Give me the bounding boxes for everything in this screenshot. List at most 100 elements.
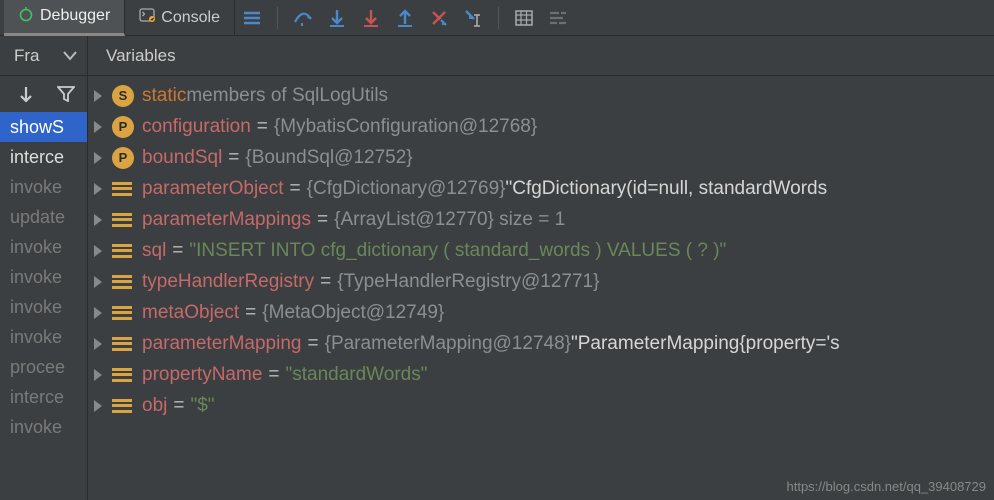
field-badge-icon [112, 368, 132, 382]
param-badge-icon: P [112, 116, 134, 138]
frames-filter-button[interactable] [52, 80, 80, 108]
variable-value: {TypeHandlerRegistry@12771} [337, 266, 599, 297]
expand-arrow-icon[interactable] [94, 400, 102, 412]
expand-arrow-icon[interactable] [94, 369, 102, 381]
toolbar-divider [277, 7, 278, 29]
frame-item[interactable]: invoke [0, 292, 87, 322]
frame-item[interactable]: interce [0, 382, 87, 412]
equals-sign: = [307, 328, 318, 359]
equals-sign: = [317, 204, 328, 235]
variable-name: sql [142, 235, 166, 266]
field-badge-icon [112, 213, 132, 227]
variable-value: {MetaObject@12749} [262, 297, 444, 328]
frame-item[interactable]: update [0, 202, 87, 232]
expand-arrow-icon[interactable] [94, 183, 102, 195]
variable-value-string: "CfgDictionary(id=null, standardWords [505, 173, 827, 204]
equals-sign: = [257, 111, 268, 142]
frame-item[interactable]: invoke [0, 262, 87, 292]
variable-name: parameterMapping [142, 328, 301, 359]
equals-sign: = [268, 359, 279, 390]
variable-row[interactable]: PboundSql = {BoundSql@12752} [88, 142, 994, 173]
expand-arrow-icon[interactable] [94, 307, 102, 319]
debugger-toolbar: Debugger Console [0, 0, 994, 36]
equals-sign: = [228, 142, 239, 173]
frame-item[interactable]: showS [0, 112, 87, 142]
expand-arrow-icon[interactable] [94, 152, 102, 164]
variables-panel-header: Variables [88, 36, 994, 76]
step-into-button[interactable] [323, 4, 351, 32]
main-split: Fra showSinterceinvokeupdateinvokeinvoke… [0, 36, 994, 500]
variable-value-string: "INSERT INTO cfg_dictionary ( standard_w… [189, 235, 726, 266]
variable-row[interactable]: Sstatic members of SqlLogUtils [88, 80, 994, 111]
variable-row[interactable]: propertyName = "standardWords" [88, 359, 994, 390]
variable-name: typeHandlerRegistry [142, 266, 314, 297]
variable-value-string: "ParameterMapping{property='s [571, 328, 840, 359]
frame-item[interactable]: interce [0, 142, 87, 172]
expand-arrow-icon[interactable] [94, 338, 102, 350]
frames-toolbar [0, 76, 87, 112]
trace-button[interactable] [544, 4, 572, 32]
tab-console[interactable]: Console [125, 0, 235, 36]
variable-row[interactable]: Pconfiguration = {MybatisConfiguration@1… [88, 111, 994, 142]
variable-row[interactable]: sql = "INSERT INTO cfg_dictionary ( stan… [88, 235, 994, 266]
variable-name: propertyName [142, 359, 262, 390]
variable-name: static [142, 80, 186, 111]
variable-row[interactable]: parameterMappings = {ArrayList@12770} si… [88, 204, 994, 235]
variable-name: parameterMappings [142, 204, 311, 235]
field-badge-icon [112, 337, 132, 351]
expand-arrow-icon[interactable] [94, 214, 102, 226]
equals-sign: = [320, 266, 331, 297]
field-badge-icon [112, 399, 132, 413]
frames-sort-button[interactable] [12, 80, 40, 108]
frame-item[interactable]: procee [0, 352, 87, 382]
chevron-down-icon [63, 46, 77, 66]
frames-list[interactable]: showSinterceinvokeupdateinvokeinvokeinvo… [0, 112, 87, 500]
variables-tree[interactable]: Sstatic members of SqlLogUtilsPconfigura… [88, 76, 994, 500]
drop-frame-button[interactable] [425, 4, 453, 32]
equals-sign: = [172, 235, 183, 266]
console-icon [139, 7, 155, 28]
tab-debugger-label: Debugger [40, 7, 110, 25]
variable-name: configuration [142, 111, 251, 142]
field-badge-icon [112, 275, 132, 289]
frame-item[interactable]: invoke [0, 322, 87, 352]
variable-row[interactable]: obj = "$" [88, 390, 994, 421]
param-badge-icon: P [112, 147, 134, 169]
equals-sign: = [245, 297, 256, 328]
variable-value-string: "$" [190, 390, 214, 421]
step-out-button[interactable] [391, 4, 419, 32]
expand-arrow-icon[interactable] [94, 245, 102, 257]
frames-panel-header[interactable]: Fra [0, 36, 87, 76]
equals-sign: = [290, 173, 301, 204]
static-badge-icon: S [112, 85, 134, 107]
variable-value: {ArrayList@12770} size = 1 [334, 204, 565, 235]
evaluate-expression-button[interactable] [510, 4, 538, 32]
variable-value: members of SqlLogUtils [186, 80, 388, 111]
expand-arrow-icon[interactable] [94, 276, 102, 288]
step-over-button[interactable] [289, 4, 317, 32]
run-to-cursor-button[interactable] [459, 4, 487, 32]
frame-item[interactable]: invoke [0, 172, 87, 202]
variable-row[interactable]: parameterMapping = {ParameterMapping@127… [88, 328, 994, 359]
threads-icon[interactable] [238, 4, 266, 32]
field-badge-icon [112, 244, 132, 258]
field-badge-icon [112, 182, 132, 196]
expand-arrow-icon[interactable] [94, 90, 102, 102]
variables-panel: Variables Sstatic members of SqlLogUtils… [88, 36, 994, 500]
field-badge-icon [112, 306, 132, 320]
variable-value: {BoundSql@12752} [245, 142, 412, 173]
variable-name: obj [142, 390, 167, 421]
frame-item[interactable]: invoke [0, 232, 87, 262]
frame-item[interactable]: invoke [0, 412, 87, 442]
expand-arrow-icon[interactable] [94, 121, 102, 133]
variable-name: metaObject [142, 297, 239, 328]
variable-row[interactable]: typeHandlerRegistry = {TypeHandlerRegist… [88, 266, 994, 297]
tab-console-label: Console [161, 9, 220, 27]
force-step-into-button[interactable] [357, 4, 385, 32]
frames-title: Fra [14, 46, 40, 66]
variable-value-string: "standardWords" [286, 359, 428, 390]
tab-debugger[interactable]: Debugger [4, 0, 125, 36]
variable-row[interactable]: parameterObject = {CfgDictionary@12769} … [88, 173, 994, 204]
variables-title: Variables [106, 46, 176, 66]
variable-row[interactable]: metaObject = {MetaObject@12749} [88, 297, 994, 328]
